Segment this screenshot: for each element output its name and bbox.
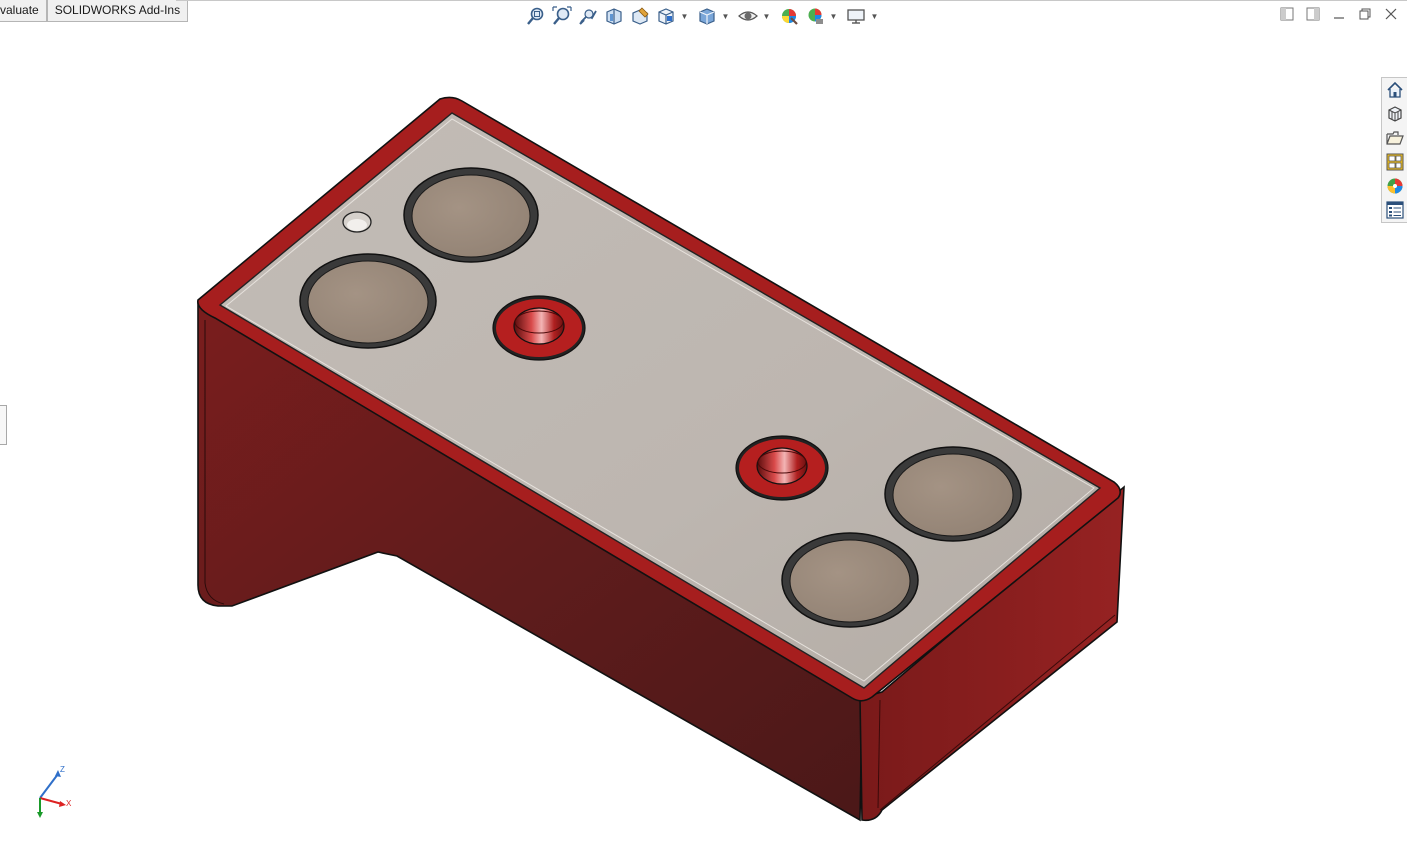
counterbore-hole-2 (735, 435, 829, 501)
large-recess-2 (299, 253, 437, 349)
triad-x-label: X (66, 799, 72, 808)
large-recess-4 (781, 532, 919, 628)
triad-z-label: Z (60, 765, 65, 774)
graphics-area[interactable] (0, 0, 1407, 848)
counterbore-hole-1 (492, 295, 586, 361)
reference-triad: Z X (37, 765, 72, 818)
large-recess-1 (403, 167, 539, 263)
large-recess-3 (884, 446, 1022, 542)
